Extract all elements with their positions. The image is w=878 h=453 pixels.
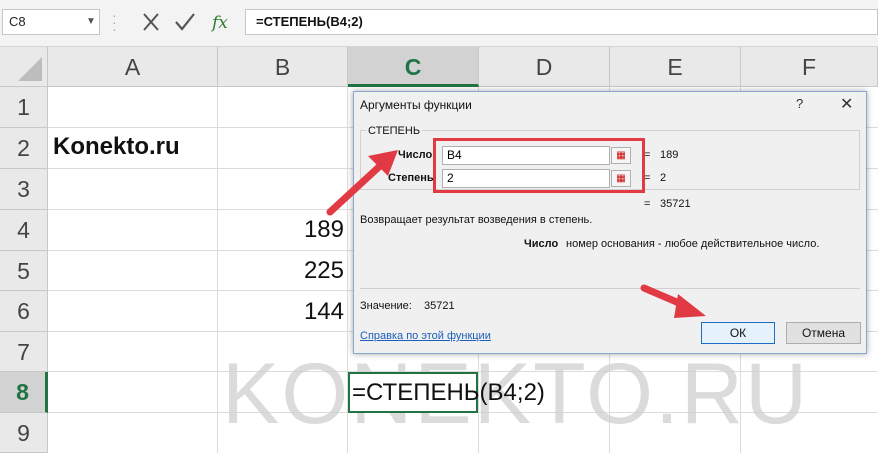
- arrow-icon: [326, 150, 398, 216]
- arrow-icon: [640, 284, 706, 318]
- annotation-arrows: [326, 150, 706, 318]
